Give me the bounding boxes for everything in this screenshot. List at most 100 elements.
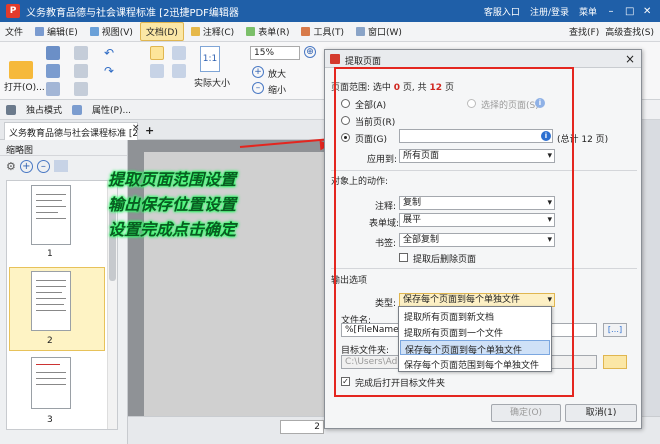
open-label: 打开(O)... bbox=[4, 83, 45, 93]
document-tab[interactable]: 义务教育品德与社会课程标准 [2 bbox=[4, 122, 138, 140]
menu-comment[interactable]: 注释(C) bbox=[186, 23, 239, 40]
zoom-out-thumb-icon[interactable]: – bbox=[36, 159, 50, 173]
menu-button[interactable]: 菜单 bbox=[576, 5, 600, 18]
page-range-label[interactable]: 页面(G) bbox=[355, 132, 387, 145]
selected-pages-label: 选择的页面(S) bbox=[481, 101, 539, 111]
cut-icon[interactable] bbox=[74, 46, 88, 60]
thumbnail-page-2[interactable] bbox=[31, 271, 71, 331]
dialog-app-icon bbox=[330, 54, 340, 64]
select-tool-icon[interactable] bbox=[172, 46, 186, 60]
title-bar: P 义务教育品德与社会课程标准 [2迅捷PDF编辑器 客服入口 注册/登录 菜单… bbox=[0, 0, 660, 22]
gear-icon[interactable]: ⚙ bbox=[6, 160, 16, 173]
thumbnail-panel-title: 缩略图 bbox=[0, 140, 127, 156]
text-select-icon[interactable] bbox=[172, 64, 186, 78]
selected-pages-info-icon[interactable]: i bbox=[535, 98, 545, 108]
page-range-info-icon[interactable]: i bbox=[541, 131, 551, 141]
register-login-link[interactable]: 注册/登录 bbox=[527, 5, 572, 18]
page-range-input[interactable] bbox=[399, 129, 553, 143]
page-total-label: (总计 12 页) bbox=[557, 135, 609, 145]
thumbnail-page-3[interactable] bbox=[31, 357, 71, 409]
dialog-close-icon[interactable]: × bbox=[625, 52, 635, 66]
bookmark-action-label: 书签: bbox=[375, 239, 397, 249]
dropdown-option-new-doc[interactable]: 提取所有页面到新文档 bbox=[400, 308, 550, 323]
actual-size-icon[interactable]: 1:1 bbox=[200, 46, 220, 72]
extract-pages-dialog: 提取页面 × 页面范围: 选中 0 页, 共 12 页 全部(A) 选择的页面(… bbox=[324, 49, 642, 429]
delete-after-extract-checkbox[interactable] bbox=[399, 253, 408, 262]
page-number-input[interactable]: 2 bbox=[280, 420, 324, 434]
cancel-button[interactable]: 取消(1) bbox=[565, 404, 637, 422]
maximize-icon[interactable]: □ bbox=[622, 6, 636, 17]
find-button[interactable]: 查找(F) bbox=[569, 25, 599, 38]
menu-edit[interactable]: 编辑(E) bbox=[30, 23, 83, 40]
edit-icon bbox=[35, 27, 45, 36]
zoom-select[interactable]: 15% bbox=[250, 46, 300, 60]
zoom-in-label[interactable]: 放大 bbox=[268, 67, 286, 80]
dropdown-option-one-file[interactable]: 提取所有页面到一个文件 bbox=[400, 324, 550, 339]
menu-document[interactable]: 文档(D) bbox=[139, 22, 184, 41]
paste-icon[interactable] bbox=[74, 82, 88, 96]
snapshot-icon[interactable] bbox=[150, 64, 164, 78]
advanced-find-button[interactable]: 高级查找(S) bbox=[605, 25, 654, 38]
window-icon bbox=[356, 27, 365, 36]
open-folder-checkbox[interactable]: ✓ bbox=[341, 377, 350, 386]
radio-current-page[interactable] bbox=[341, 116, 350, 125]
radio-page-range[interactable] bbox=[341, 133, 350, 142]
dropdown-option-each-page[interactable]: 保存每个页面到每个单独文件 bbox=[400, 340, 550, 356]
page-number-2: 2 bbox=[47, 336, 53, 346]
minimize-icon[interactable]: – bbox=[604, 6, 618, 17]
menu-window[interactable]: 窗口(W) bbox=[351, 23, 407, 40]
zoom-out-label[interactable]: 缩小 bbox=[268, 83, 286, 96]
undo-icon[interactable]: ↶ bbox=[102, 46, 116, 60]
annotation-step-3: 设置完成点击确定 bbox=[108, 220, 237, 239]
zoom-in-thumb-icon[interactable]: + bbox=[19, 159, 33, 173]
radio-all-pages[interactable] bbox=[341, 99, 350, 108]
save-icon[interactable] bbox=[46, 46, 60, 60]
zoom-magnifier-icon[interactable]: ⊕ bbox=[304, 46, 316, 58]
redo-icon[interactable]: ↷ bbox=[102, 64, 116, 78]
ok-button[interactable]: 确定(O) bbox=[491, 404, 561, 422]
radio-selected-pages[interactable] bbox=[467, 99, 476, 108]
bookmark-action-select[interactable]: 全部复制 bbox=[399, 233, 555, 247]
menu-form[interactable]: 表单(R) bbox=[241, 23, 294, 40]
open-folder-label[interactable]: 完成后打开目标文件夹 bbox=[355, 376, 445, 389]
exclusive-mode-button[interactable]: 独占模式 bbox=[26, 103, 62, 116]
email-icon[interactable] bbox=[46, 82, 60, 96]
print-icon[interactable] bbox=[46, 64, 60, 78]
form-field-action-label: 表单域: bbox=[369, 219, 400, 229]
zoom-in-icon[interactable]: + bbox=[252, 66, 264, 78]
dialog-title: 提取页面 bbox=[345, 57, 382, 67]
output-type-select[interactable]: 保存每个页面到每个单独文件 bbox=[399, 293, 555, 307]
actual-size-label: 实际大小 bbox=[194, 79, 231, 89]
zoom-out-icon[interactable]: – bbox=[252, 82, 264, 94]
hand-tool-icon[interactable] bbox=[150, 46, 164, 60]
apply-to-select[interactable]: 所有页面 bbox=[399, 149, 555, 163]
form-field-action-select[interactable]: 展平 bbox=[399, 213, 555, 227]
menu-file[interactable]: 文件 bbox=[0, 23, 28, 40]
tab-close-icon[interactable]: × bbox=[132, 123, 140, 133]
customer-service-link[interactable]: 客服入口 bbox=[481, 5, 523, 18]
document-tab-bar: 义务教育品德与社会课程标准 [2 × + bbox=[0, 120, 330, 140]
close-window-icon[interactable]: ✕ bbox=[640, 6, 654, 17]
rotate-icon[interactable] bbox=[53, 160, 68, 172]
menu-view[interactable]: 视图(V) bbox=[85, 23, 138, 40]
new-tab-icon[interactable]: + bbox=[145, 124, 154, 137]
copy-icon[interactable] bbox=[74, 64, 88, 78]
page-range-header: 页面范围: 选中 0 页, 共 12 页 bbox=[331, 83, 454, 93]
annotation-action-select[interactable]: 复制 bbox=[399, 196, 555, 210]
all-pages-label[interactable]: 全部(A) bbox=[355, 98, 386, 111]
filename-macro-button[interactable]: […] bbox=[603, 323, 627, 337]
dropdown-option-each-range[interactable]: 保存每个页面范围到每个单独文件 bbox=[400, 356, 550, 371]
output-options-header: 输出选项 bbox=[331, 276, 368, 286]
delete-after-extract-label[interactable]: 提取后删除页面 bbox=[413, 252, 476, 265]
browse-folder-icon[interactable] bbox=[603, 355, 627, 369]
menu-tools[interactable]: 工具(T) bbox=[296, 23, 349, 40]
exclusive-mode-icon bbox=[6, 104, 16, 115]
properties-button[interactable]: 属性(P)... bbox=[92, 103, 131, 116]
current-page-label[interactable]: 当前页(R) bbox=[355, 115, 395, 128]
apply-to-label: 应用到: bbox=[367, 155, 398, 165]
annotation-step-1: 提取页面范围设置 bbox=[108, 170, 237, 189]
annotation-step-2: 输出保存位置设置 bbox=[108, 195, 237, 214]
dialog-title-bar: 提取页面 × bbox=[325, 50, 641, 68]
output-type-dropdown: 提取所有页面到新文档 提取所有页面到一个文件 保存每个页面到每个单独文件 保存每… bbox=[398, 306, 552, 372]
thumbnail-page-1[interactable] bbox=[31, 185, 71, 245]
